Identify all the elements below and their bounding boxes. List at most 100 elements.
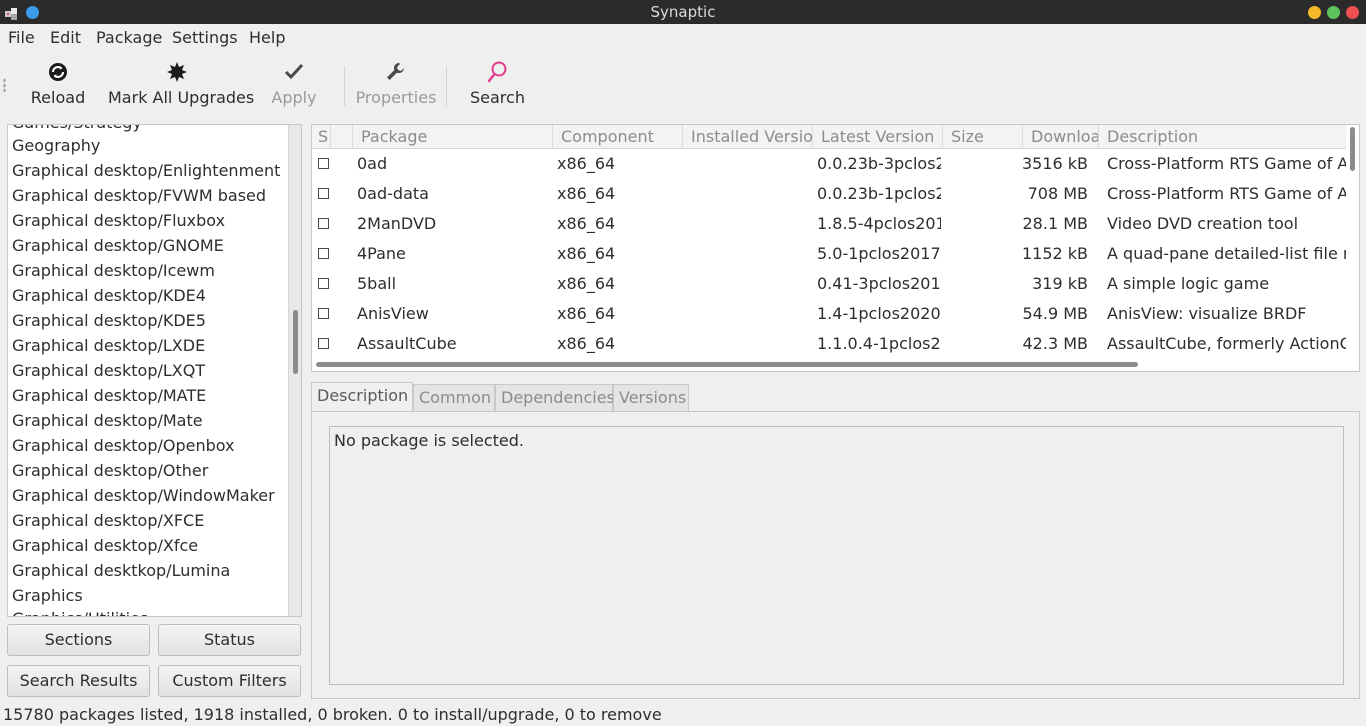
category-item[interactable]: Graphics/Utilities bbox=[12, 609, 148, 616]
package-checkbox[interactable] bbox=[318, 248, 329, 259]
menu-help[interactable]: Help bbox=[249, 28, 285, 47]
category-item[interactable]: Games/Strategy bbox=[12, 125, 142, 132]
package-name: AnisView bbox=[357, 304, 429, 323]
category-item[interactable]: Graphical desktop/Mate bbox=[12, 411, 203, 430]
category-item[interactable]: Graphical desktop/MATE bbox=[12, 386, 206, 405]
tab-dependencies[interactable]: Dependencies bbox=[495, 384, 615, 412]
category-item[interactable]: Graphical desktop/Other bbox=[12, 461, 208, 480]
package-latest-version: 5.0-1pclos2017 bbox=[817, 244, 941, 263]
column-header-latest-version[interactable]: Latest Version bbox=[812, 125, 942, 149]
column-header-package[interactable]: Package bbox=[352, 125, 552, 149]
properties-button[interactable]: Properties bbox=[355, 60, 437, 107]
menu-settings[interactable]: Settings bbox=[172, 28, 238, 47]
mark-all-upgrades-label: Mark All Upgrades bbox=[108, 88, 255, 107]
category-item[interactable]: Graphical desktop/Fluxbox bbox=[12, 211, 225, 230]
package-checkbox[interactable] bbox=[318, 278, 329, 289]
package-latest-version: 0.41-3pclos2011 bbox=[817, 274, 941, 293]
category-item[interactable]: Graphical desktop/KDE5 bbox=[12, 311, 206, 330]
package-download-size: 28.1 MB bbox=[1022, 214, 1089, 233]
column-header-download[interactable]: Download bbox=[1022, 125, 1098, 149]
package-size bbox=[947, 179, 1017, 209]
column-header-installed-version[interactable]: Installed Version bbox=[682, 125, 812, 149]
maximize-button[interactable] bbox=[1327, 6, 1340, 19]
package-component: x86_64 bbox=[557, 154, 616, 173]
package-checkbox[interactable] bbox=[318, 308, 329, 319]
category-item[interactable]: Graphical desktop/GNOME bbox=[12, 236, 224, 255]
category-item[interactable]: Graphical desktop/LXDE bbox=[12, 336, 205, 355]
menu-edit[interactable]: Edit bbox=[50, 28, 81, 47]
category-scrollbar[interactable] bbox=[288, 125, 301, 616]
horizontal-scrollbar-thumb[interactable] bbox=[316, 362, 1138, 367]
table-row[interactable]: 2ManDVD x86_64 1.8.5-4pclos2019 28.1 MB … bbox=[312, 209, 1348, 239]
table-row[interactable]: 0ad x86_64 0.0.23b-3pclos2020 3516 kB Cr… bbox=[312, 149, 1348, 179]
category-item[interactable]: Graphical desktop/Icewm bbox=[12, 261, 215, 280]
mark-all-upgrades-button[interactable]: Mark All Upgrades bbox=[108, 60, 255, 107]
search-button[interactable]: Search bbox=[470, 60, 525, 107]
package-installed-version bbox=[687, 149, 807, 179]
package-description: Cross-Platform RTS Game of Ancient Warfa… bbox=[1107, 154, 1348, 173]
status-button[interactable]: Status bbox=[158, 624, 301, 656]
package-size bbox=[947, 329, 1017, 359]
category-list[interactable]: Games/Strategy Geography Graphical deskt… bbox=[7, 124, 302, 617]
category-item[interactable]: Graphics bbox=[12, 586, 83, 605]
description-text: No package is selected. bbox=[334, 431, 524, 450]
category-item[interactable]: Geography bbox=[12, 136, 100, 155]
close-button[interactable] bbox=[1346, 6, 1359, 19]
category-item[interactable]: Graphical desktop/FVWM based bbox=[12, 186, 266, 205]
vertical-scrollbar-thumb[interactable] bbox=[1350, 127, 1355, 171]
table-row[interactable]: 0ad-data x86_64 0.0.23b-1pclos2020 708 M… bbox=[312, 179, 1348, 209]
toolbar-separator bbox=[446, 66, 447, 106]
package-installed-version bbox=[687, 239, 807, 269]
reload-button[interactable]: Reload bbox=[30, 60, 86, 107]
category-item[interactable]: Graphical desktkop/Lumina bbox=[12, 561, 230, 580]
custom-filters-button[interactable]: Custom Filters bbox=[158, 665, 301, 697]
category-item[interactable]: Graphical desktop/WindowMaker bbox=[12, 486, 275, 505]
tab-description[interactable]: Description bbox=[311, 382, 413, 413]
sections-button[interactable]: Sections bbox=[7, 624, 150, 656]
package-table-vertical-scrollbar[interactable] bbox=[1346, 125, 1359, 371]
minimize-button[interactable] bbox=[1308, 6, 1321, 19]
package-description: A simple logic game bbox=[1107, 274, 1270, 293]
wrench-icon bbox=[384, 60, 408, 84]
column-header-description[interactable]: Description bbox=[1098, 125, 1348, 149]
package-installed-version bbox=[687, 329, 807, 359]
table-row[interactable]: AnisView x86_64 1.4-1pclos2020 54.9 MB A… bbox=[312, 299, 1348, 329]
title-bar: Synaptic bbox=[0, 0, 1366, 24]
package-component: x86_64 bbox=[557, 274, 616, 293]
package-checkbox[interactable] bbox=[318, 338, 329, 349]
package-checkbox[interactable] bbox=[318, 158, 329, 169]
table-row[interactable]: AssaultCube x86_64 1.1.0.4-1pclos2019 42… bbox=[312, 329, 1348, 359]
package-latest-version: 0.0.23b-1pclos2020 bbox=[817, 184, 941, 203]
package-installed-version bbox=[687, 209, 807, 239]
package-name: 4Pane bbox=[357, 244, 406, 263]
column-header-component[interactable]: Component bbox=[552, 125, 682, 149]
package-latest-version: 1.1.0.4-1pclos2019 bbox=[817, 334, 941, 353]
tab-common[interactable]: Common bbox=[413, 384, 495, 412]
package-table-horizontal-scrollbar[interactable] bbox=[312, 358, 1348, 371]
category-item[interactable]: Graphical desktop/Openbox bbox=[12, 436, 235, 455]
column-header-size[interactable]: Size bbox=[942, 125, 1022, 149]
category-item[interactable]: Graphical desktop/Enlightenment bbox=[12, 161, 280, 180]
package-size bbox=[947, 269, 1017, 299]
search-results-button[interactable]: Search Results bbox=[7, 665, 150, 697]
category-item[interactable]: Graphical desktop/LXQT bbox=[12, 361, 205, 380]
package-table[interactable]: S Package Component Installed Version La… bbox=[311, 124, 1360, 372]
package-latest-version: 1.4-1pclos2020 bbox=[817, 304, 941, 323]
apply-button[interactable]: Apply bbox=[268, 60, 320, 107]
category-item[interactable]: Graphical desktop/KDE4 bbox=[12, 286, 206, 305]
toolbar-grip[interactable] bbox=[3, 78, 6, 92]
category-item[interactable]: Graphical desktop/Xfce bbox=[12, 536, 198, 555]
menu-file[interactable]: File bbox=[8, 28, 35, 47]
table-row[interactable]: 4Pane x86_64 5.0-1pclos2017 1152 kB A qu… bbox=[312, 239, 1348, 269]
tab-versions[interactable]: Versions bbox=[613, 384, 689, 412]
package-checkbox[interactable] bbox=[318, 188, 329, 199]
package-component: x86_64 bbox=[557, 244, 616, 263]
category-item[interactable]: Graphical desktop/XFCE bbox=[12, 511, 204, 530]
package-component: x86_64 bbox=[557, 214, 616, 233]
package-checkbox[interactable] bbox=[318, 218, 329, 229]
table-row[interactable]: 5ball x86_64 0.41-3pclos2011 319 kB A si… bbox=[312, 269, 1348, 299]
category-scrollbar-thumb[interactable] bbox=[293, 310, 298, 374]
column-header-status[interactable]: S bbox=[312, 125, 330, 149]
menu-package[interactable]: Package bbox=[96, 28, 162, 47]
column-header-support[interactable] bbox=[330, 125, 352, 149]
